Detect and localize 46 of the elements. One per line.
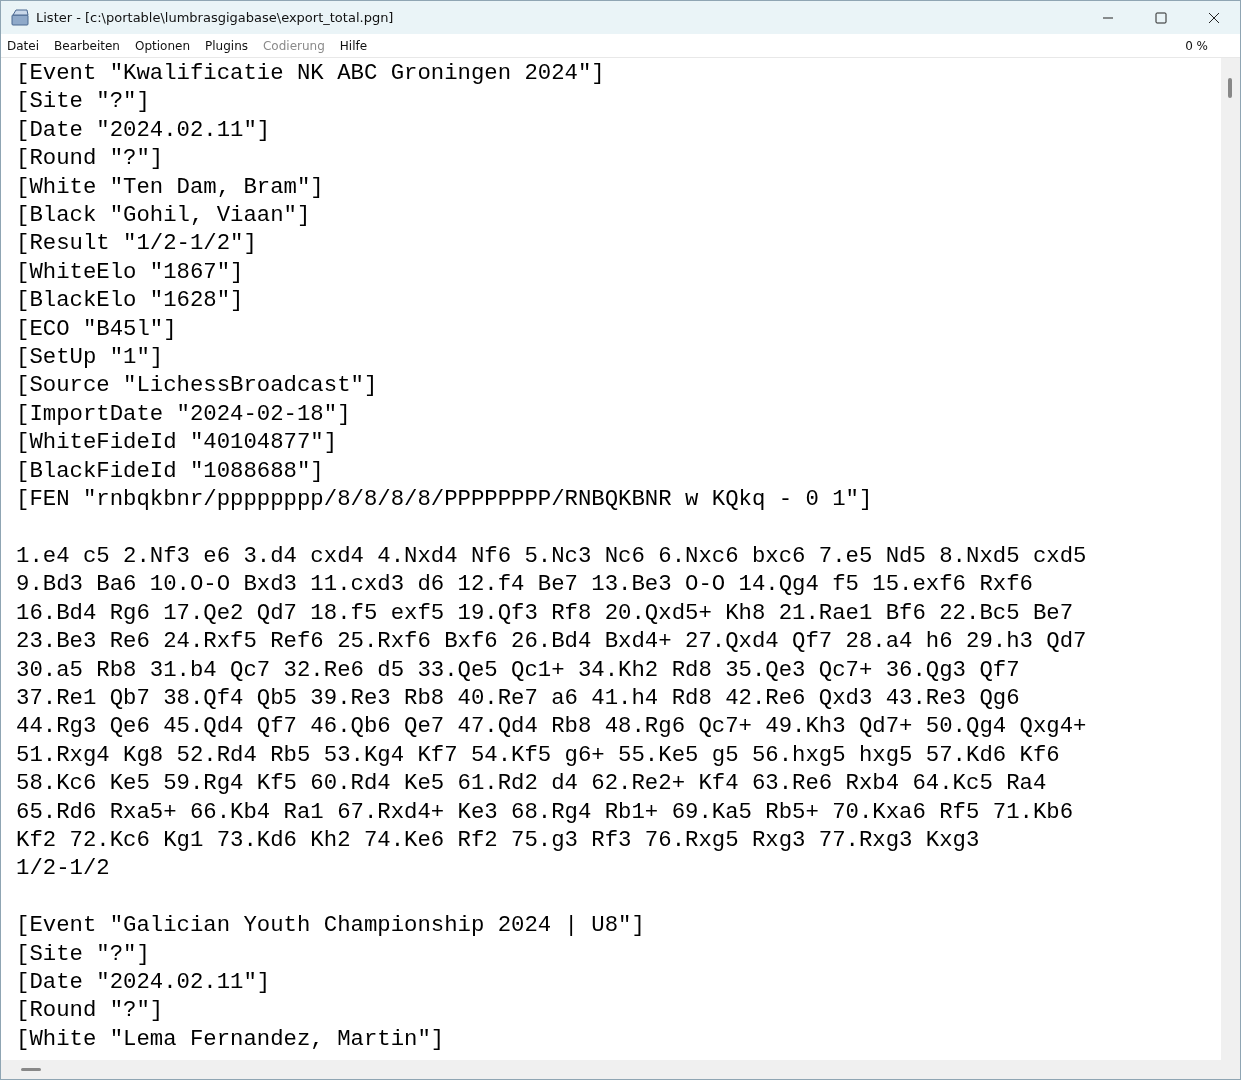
text-line: [White "Ten Dam, Bram"] bbox=[16, 172, 325, 202]
text-line: [FEN "rnbqkbnr/pppppppp/8/8/8/8/PPPPPPPP/RNBQKBNR w KQkq - 0 1"] bbox=[16, 485, 874, 514]
text-line: 1.e4 c5 2.Nf3 e6 3.d4 cxd4 4.Nxd4 Nf6 5.Nc3 Nc6 6.Nxc6 bxc6 7.e5 Nd5 8.Nxd5 cxd5 bbox=[16, 541, 1088, 571]
menu-item[interactable]: Optionen bbox=[134, 38, 190, 53]
text-line: [Site "?"] bbox=[16, 87, 151, 116]
close-icon[interactable] bbox=[1208, 11, 1220, 24]
text-line: 65.Rd6 Rxa5+ 66.Kb4 Ra1 67.Rxd4+ Ke3 68.Rg4 Rb1+ 69.Ka5 Rb5+ 70.Kxa6 Rf5 71.Kb6 bbox=[16, 797, 1075, 826]
scroll-thumb[interactable] bbox=[1228, 78, 1232, 98]
text-line: [Source "LichessBroadcast"] bbox=[16, 371, 379, 400]
text-line: [Black "Gohil, Viaan"] bbox=[16, 201, 312, 230]
text-line: 37.Re1 Qb7 38.Qf4 Qb5 39.Re3 Rb8 40.Re7 a6 41.h4 Rd8 42.Re6 Qxd3 43.Re3 Qg6 bbox=[16, 683, 1021, 713]
menu-item[interactable]: Datei bbox=[7, 38, 39, 53]
text-line: [ImportDate "2024-02-18"] bbox=[16, 399, 352, 429]
text-line: Kf2 72.Kc6 Kg1 73.Kd6 Kh2 74.Ke6 Rf2 75.g3 Rf3 76.Rxg5 Rxg3 77.Rxg3 Kxg3 bbox=[16, 825, 981, 855]
menu-item[interactable]: Bearbeiten bbox=[54, 38, 120, 53]
text-line: [WhiteElo "1867"] bbox=[16, 257, 245, 287]
maximize-icon[interactable] bbox=[1155, 11, 1167, 24]
window-title: Lister - [c:\portable\lumbrasgigabase\export_total.pgn] bbox=[36, 10, 394, 25]
text-line: [Event "Galician Youth Championship 2024 | U8"] bbox=[16, 911, 646, 940]
text-line: 44.Rg3 Qe6 45.Qd4 Qf7 46.Qb6 Qe7 47.Qd4 Rb8 48.Rg6 Qc7+ 49.Kh3 Qd7+ 50.Qg4 Qxg4+ bbox=[16, 712, 1088, 741]
text-line: [SetUp "1"] bbox=[16, 343, 165, 372]
text-line: [Event "Kwalificatie NK ABC Groningen 2024"] bbox=[16, 59, 606, 88]
text-line: [Result "1/2-1/2"] bbox=[16, 229, 258, 258]
text-line: [ECO "B45l"] bbox=[16, 314, 178, 344]
text-line: [Round "?"] bbox=[16, 996, 165, 1025]
text-line: 16.Bd4 Rg6 17.Qe2 Qd7 18.f5 exf5 19.Qf3 Rf8 20.Qxd5+ Kh8 21.Rae1 Bf6 22.Bc5 Be7 bbox=[16, 598, 1075, 628]
text-line: [Date "2024.02.11"] bbox=[16, 967, 272, 997]
text-line: [BlackFideId "1088688"] bbox=[16, 456, 325, 486]
text-line: [White "Lema Fernandez, Martin"] bbox=[16, 1024, 446, 1054]
scroll-thumb[interactable] bbox=[21, 1068, 41, 1071]
percent-label: 0 % bbox=[1185, 38, 1208, 53]
menu-item[interactable]: Plugins bbox=[205, 38, 248, 53]
text-line: 1/2-1/2 bbox=[16, 854, 111, 883]
text-line: [Site "?"] bbox=[16, 939, 151, 968]
text-line: 30.a5 Rb8 31.b4 Qc7 32.Re6 d5 33.Qe5 Qc1+ 34.Kh2 Rd8 35.Qe3 Qc7+ 36.Qg3 Qf7 bbox=[16, 655, 1021, 684]
text-line: [BlackElo "1628"] bbox=[16, 286, 245, 315]
vertical-scrollbar[interactable] bbox=[1221, 58, 1240, 1060]
text-line: [Round "?"] bbox=[16, 144, 165, 173]
text-line: 23.Be3 Re6 24.Rxf5 Ref6 25.Rxf6 Bxf6 26.Bd4 Bxd4+ 27.Qxd4 Qf7 28.a4 h6 29.h3 Qd7 bbox=[16, 627, 1088, 656]
menu-item[interactable]: Hilfe bbox=[339, 38, 368, 53]
text-line: 51.Rxg4 Kg8 52.Rd4 Rb5 53.Kg4 Kf7 54.Kf5 g6+ 55.Ke5 g5 56.hxg5 hxg5 57.Kd6 Kf6 bbox=[16, 740, 1061, 770]
text-line: [Date "2024.02.11"] bbox=[16, 115, 272, 145]
text-line: 58.Kc6 Ke5 59.Rg4 Kf5 60.Rd4 Ke5 61.Rd2 d4 62.Re2+ Kf4 63.Re6 Rxb4 64.Kc5 Ra4 bbox=[16, 769, 1048, 798]
horizontal-scrollbar[interactable] bbox=[1, 1060, 1240, 1079]
text-line: [WhiteFideId "40104877"] bbox=[16, 428, 339, 457]
text-line: 9.Bd3 Ba6 10.O-O Bxd3 11.cxd3 d6 12.f4 Be7 13.Be3 O-O 14.Qg4 f5 15.exf6 Rxf6 bbox=[16, 570, 1034, 599]
